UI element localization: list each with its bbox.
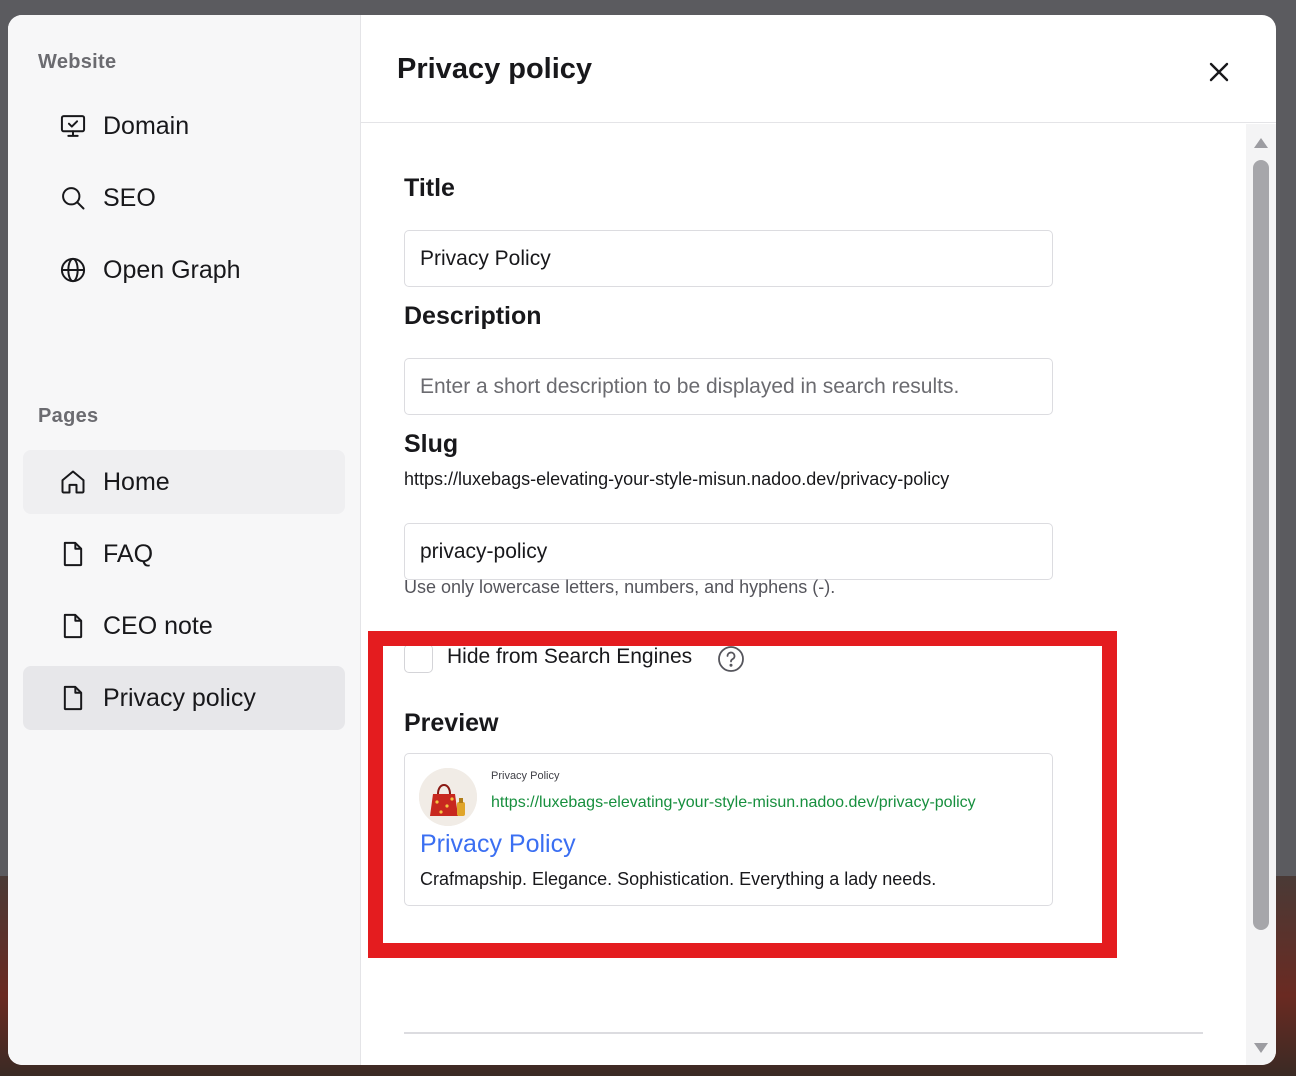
search-icon xyxy=(59,184,87,212)
website-section-label: Website xyxy=(38,51,117,73)
scroll-down-arrow-icon[interactable] xyxy=(1254,1043,1268,1053)
sidebar-item-ceo-note[interactable]: CEO note xyxy=(23,594,345,658)
slug-full-url: https://luxebags-elevating-your-style-mi… xyxy=(404,469,950,489)
sidebar-item-label: FAQ xyxy=(103,539,154,568)
scrollbar-thumb[interactable] xyxy=(1253,160,1269,930)
description-label: Description xyxy=(404,302,542,330)
slug-label: Slug xyxy=(404,430,459,458)
sidebar-item-label: SEO xyxy=(103,183,156,212)
slug-input[interactable] xyxy=(404,523,1053,580)
slug-hint: Use only lowercase letters, numbers, and… xyxy=(404,577,836,597)
preview-url[interactable]: https://luxebags-elevating-your-style-mi… xyxy=(491,794,976,812)
settings-modal: Website Domain SEO Open Graph Pages Home… xyxy=(8,15,1276,1065)
scrollbar[interactable] xyxy=(1246,124,1276,1065)
monitor-icon xyxy=(59,112,87,140)
hide-from-search-label: Hide from Search Engines xyxy=(447,645,693,668)
sidebar-item-seo[interactable]: SEO xyxy=(23,166,345,230)
globe-icon xyxy=(59,256,87,284)
form-content: Title Description Slug https://luxebags-… xyxy=(361,124,1246,1065)
panel-header: Privacy policy xyxy=(361,15,1276,123)
title-input[interactable] xyxy=(404,230,1053,287)
close-icon xyxy=(1209,62,1229,82)
hide-from-search-checkbox[interactable] xyxy=(404,644,433,673)
pages-section-label: Pages xyxy=(38,405,99,427)
help-icon[interactable] xyxy=(717,645,745,673)
file-icon xyxy=(59,612,87,640)
sidebar-item-home[interactable]: Home xyxy=(23,450,345,514)
sidebar-item-label: CEO note xyxy=(103,611,213,640)
description-input[interactable] xyxy=(404,358,1053,415)
sidebar-item-label: Open Graph xyxy=(103,255,241,284)
search-preview-card: Privacy Policy https://luxebags-elevatin… xyxy=(404,753,1053,906)
scroll-up-arrow-icon[interactable] xyxy=(1254,138,1268,148)
file-icon xyxy=(59,540,87,568)
sidebar-item-privacy-policy[interactable]: Privacy policy xyxy=(23,666,345,730)
sidebar-item-label: Domain xyxy=(103,111,190,140)
sidebar-item-faq[interactable]: FAQ xyxy=(23,522,345,586)
section-divider xyxy=(404,1032,1203,1034)
sidebar-item-label: Home xyxy=(103,467,170,496)
sidebar-item-domain[interactable]: Domain xyxy=(23,94,345,158)
page-title: Privacy policy xyxy=(397,53,593,85)
preview-description: Crafmapship. Elegance. Sophistication. E… xyxy=(420,869,937,889)
file-icon xyxy=(59,684,87,712)
settings-sidebar: Website Domain SEO Open Graph Pages Home… xyxy=(8,15,361,1065)
site-favicon xyxy=(419,768,477,826)
preview-label: Preview xyxy=(404,709,499,737)
close-button[interactable] xyxy=(1204,57,1234,87)
sidebar-item-label: Privacy policy xyxy=(103,683,256,712)
title-label: Title xyxy=(404,174,455,202)
preview-site-name: Privacy Policy xyxy=(491,770,560,782)
sidebar-item-open-graph[interactable]: Open Graph xyxy=(23,238,345,302)
preview-title[interactable]: Privacy Policy xyxy=(420,830,576,859)
home-icon xyxy=(59,468,87,496)
settings-main-panel: Privacy policy Title Description Slug ht… xyxy=(361,15,1276,1065)
